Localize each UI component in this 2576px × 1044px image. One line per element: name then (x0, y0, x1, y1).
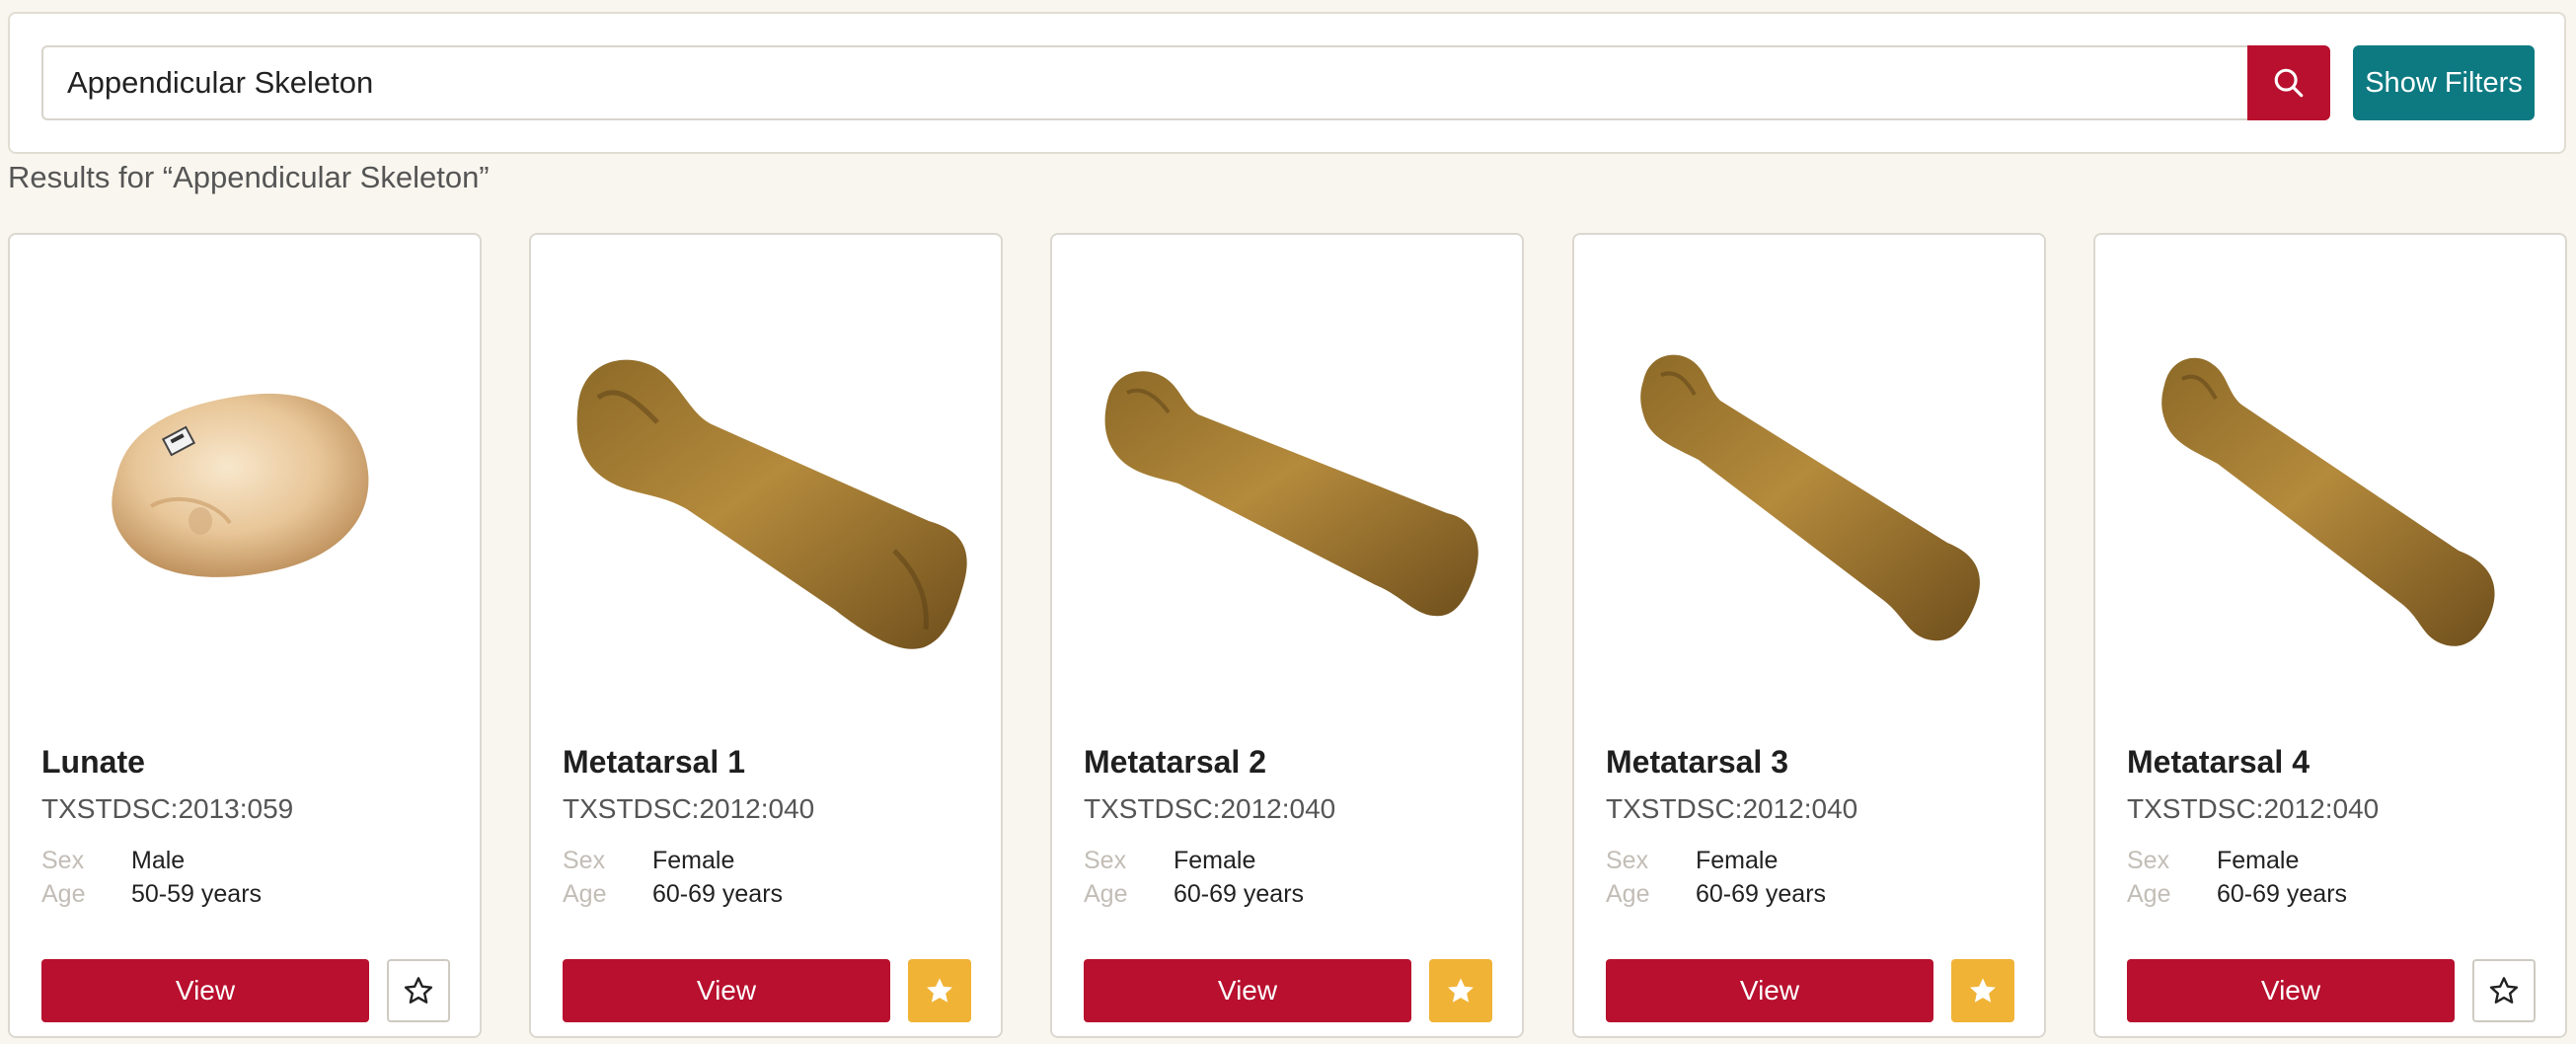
sex-label: Sex (2127, 847, 2170, 874)
age-value: 60-69 years (1174, 880, 1305, 908)
card-title: Metatarsal 2 (1084, 744, 1266, 780)
star-outline-icon (2489, 977, 2519, 1004)
favorite-button[interactable] (908, 959, 971, 1022)
favorite-button[interactable] (2472, 959, 2536, 1022)
view-button[interactable]: View (2127, 959, 2455, 1022)
sex-value: Female (652, 847, 735, 874)
results-heading: Results for “Appendicular Skeleton” (8, 160, 490, 194)
lunate-bone-image[interactable] (18, 255, 472, 926)
sex-value: Female (1174, 847, 1256, 874)
star-filled-icon (1448, 978, 1474, 1003)
show-filters-button[interactable]: Show Filters (2353, 45, 2535, 120)
specimen-id: TXSTDSC:2013:059 (41, 793, 294, 824)
sex-value: Male (131, 847, 186, 874)
sex-value: Female (2217, 847, 2300, 874)
view-button[interactable]: View (563, 959, 890, 1022)
card-title: Lunate (41, 744, 145, 780)
metatarsal-bone-image[interactable] (2103, 255, 2557, 926)
result-card: Lunate TXSTDSC:2013:059 Sex Male Age 50-… (8, 233, 482, 1038)
view-button[interactable]: View (1606, 959, 1933, 1022)
age-label: Age (1084, 880, 1128, 908)
result-card: Metatarsal 3 TXSTDSC:2012:040 Sex Female… (1572, 233, 2046, 1038)
sex-label: Sex (1606, 847, 1649, 874)
star-filled-icon (927, 978, 952, 1003)
specimen-id: TXSTDSC:2012:040 (1084, 793, 1336, 824)
search-panel: Show Filters (8, 12, 2566, 154)
search-input[interactable] (41, 45, 2257, 120)
favorite-button[interactable] (1951, 959, 2014, 1022)
result-card: Metatarsal 4 TXSTDSC:2012:040 Sex Female… (2093, 233, 2567, 1038)
result-card: Metatarsal 2 TXSTDSC:2012:040 Sex Female… (1050, 233, 1524, 1038)
sex-label: Sex (41, 847, 85, 874)
metatarsal-bone-image[interactable] (1582, 255, 2036, 926)
card-title: Metatarsal 4 (2127, 744, 2310, 780)
age-value: 60-69 years (652, 880, 784, 908)
sex-label: Sex (563, 847, 606, 874)
sex-label: Sex (1084, 847, 1127, 874)
age-label: Age (563, 880, 607, 908)
specimen-id: TXSTDSC:2012:040 (1606, 793, 1858, 824)
view-button[interactable]: View (41, 959, 369, 1022)
metatarsal-bone-image[interactable] (1060, 255, 1514, 926)
favorite-button[interactable] (1429, 959, 1492, 1022)
view-button[interactable]: View (1084, 959, 1411, 1022)
age-value: 50-59 years (131, 880, 263, 908)
star-filled-icon (1970, 978, 1996, 1003)
sex-value: Female (1696, 847, 1779, 874)
card-title: Metatarsal 1 (563, 744, 745, 780)
age-label: Age (2127, 880, 2171, 908)
age-label: Age (1606, 880, 1650, 908)
search-icon (2274, 68, 2304, 98)
age-value: 60-69 years (1696, 880, 1827, 908)
age-value: 60-69 years (2217, 880, 2348, 908)
search-button[interactable] (2247, 45, 2330, 120)
card-title: Metatarsal 3 (1606, 744, 1788, 780)
star-outline-icon (404, 977, 433, 1004)
specimen-id: TXSTDSC:2012:040 (2127, 793, 2380, 824)
specimen-id: TXSTDSC:2012:040 (563, 793, 815, 824)
favorite-button[interactable] (387, 959, 450, 1022)
age-label: Age (41, 880, 86, 908)
result-card: Metatarsal 1 TXSTDSC:2012:040 Sex Female… (529, 233, 1003, 1038)
metatarsal-bone-image[interactable] (539, 255, 993, 926)
